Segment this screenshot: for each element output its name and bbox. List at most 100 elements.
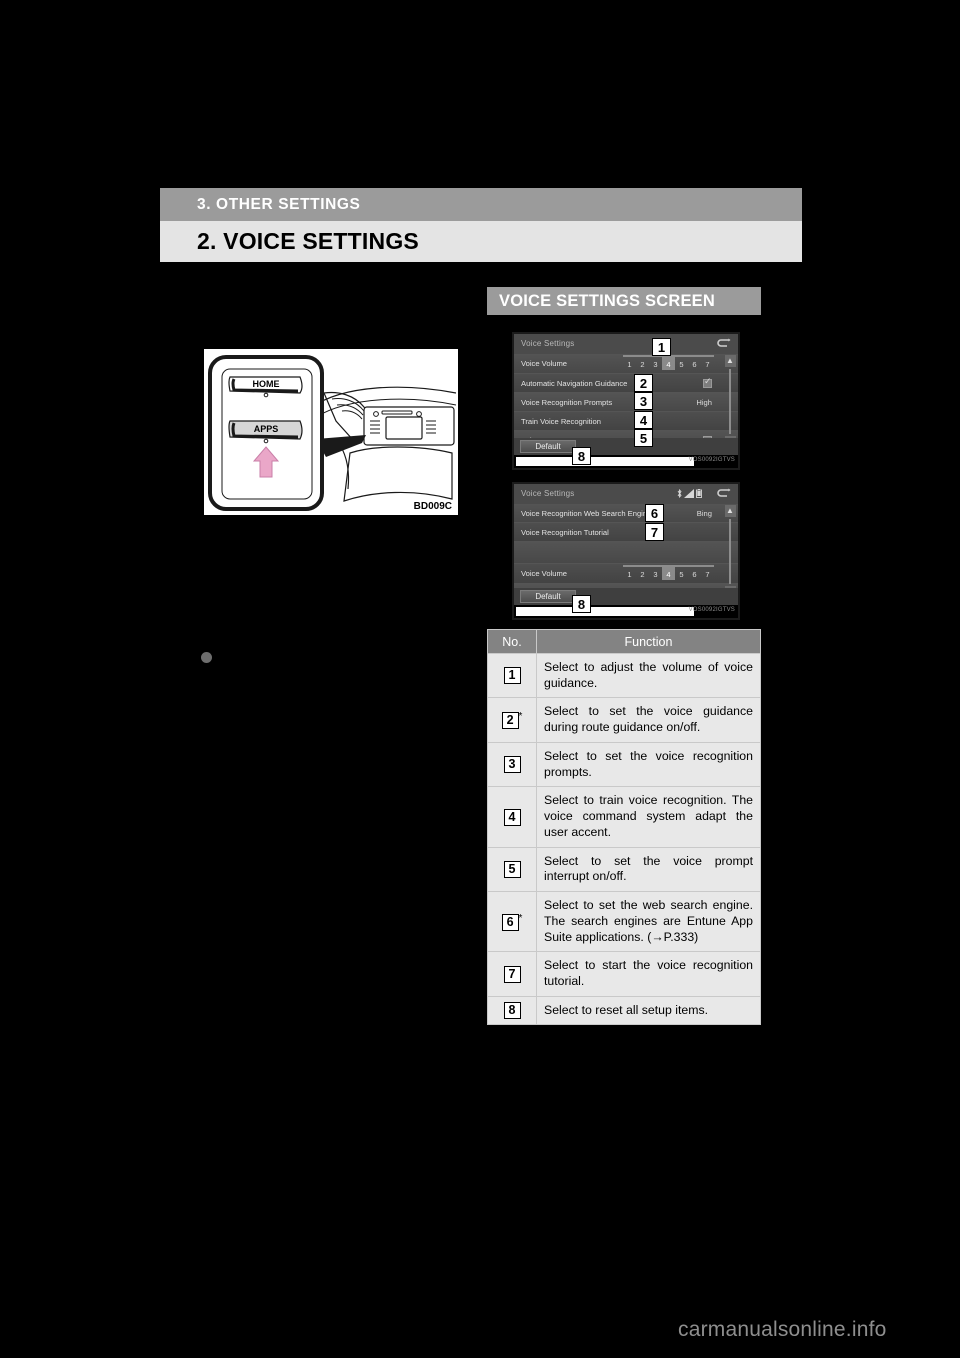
callout-8-screen1: 8 <box>572 447 591 465</box>
numbox-7: 7 <box>503 965 521 983</box>
battery-icon <box>696 489 702 498</box>
row-number-cell: 3 <box>487 741 537 788</box>
row-number-cell: 8 <box>487 995 537 1026</box>
table-row: 7 Select to start the voice recognition … <box>487 951 761 997</box>
default-button[interactable]: Default <box>520 440 576 453</box>
bluetooth-icon <box>677 489 682 498</box>
table-row: 3 Select to set the voice recognition pr… <box>487 741 761 788</box>
row-description: Select to adjust the volume of voice gui… <box>536 652 761 699</box>
chapter-header: 3. OTHER SETTINGS <box>160 188 802 221</box>
callout-6: 6 <box>645 504 664 522</box>
subsection-header: VOICE SETTINGS SCREEN <box>487 287 761 315</box>
numbox-2: 2 <box>501 712 519 730</box>
volume-tick-5[interactable]: 5 <box>675 565 688 580</box>
callout-1: 1 <box>652 338 671 356</box>
screen1-scrollbar[interactable]: ▲ ▼ <box>724 355 736 448</box>
default-button[interactable]: Default <box>520 590 576 603</box>
table-row: 2 * Select to set the voice guidance duri… <box>487 697 761 743</box>
row-description: Select to reset all setup items. <box>536 995 761 1026</box>
table-row: 1 Select to adjust the volume of voice g… <box>487 652 761 699</box>
volume-scale[interactable]: 1 2 3 4 5 6 7 <box>623 565 714 580</box>
callout-3: 3 <box>634 392 653 410</box>
signal-icon <box>684 489 694 498</box>
scroll-track[interactable] <box>729 519 731 584</box>
back-arrow-icon[interactable] <box>716 338 731 349</box>
scroll-track[interactable] <box>729 369 731 434</box>
svg-text:APPS: APPS <box>254 424 279 434</box>
screen1-footer: VOS0092IGTVS <box>514 455 738 468</box>
screen2-status-icons <box>677 489 702 498</box>
row-description: Select to set the web search engine. The… <box>536 891 761 953</box>
header-no: No. <box>487 629 537 654</box>
dashboard-illustration: HOME APPS BD009C <box>202 347 460 517</box>
row-voice-recognition-tutorial[interactable]: Voice Recognition Tutorial <box>514 523 738 542</box>
volume-tick-4[interactable]: 4 <box>662 565 675 580</box>
row-number-cell: 4 <box>487 786 537 848</box>
row-number-cell: 2 * <box>487 697 537 743</box>
table-row: 5 Select to set the voice prompt interru… <box>487 846 761 893</box>
numbox-3: 3 <box>503 756 521 774</box>
row-train-voice-recognition[interactable]: Train Voice Recognition <box>514 412 738 431</box>
site-watermark: carmanualsonline.info <box>678 1318 887 1341</box>
screen1-bottom-bar: Default <box>514 438 738 455</box>
row-label: Voice Volume <box>521 359 568 368</box>
row-voice-volume[interactable]: Voice Volume 1 2 3 4 5 6 7 <box>514 564 738 584</box>
svg-text:HOME: HOME <box>253 379 280 389</box>
illustration-svg: HOME APPS <box>204 349 458 515</box>
volume-tick-6[interactable]: 6 <box>688 565 701 580</box>
volume-tick-4[interactable]: 4 <box>662 355 675 370</box>
volume-tick-5[interactable]: 5 <box>675 355 688 370</box>
chapter-title: 3. OTHER SETTINGS <box>197 195 361 213</box>
back-arrow-icon[interactable] <box>716 488 731 499</box>
bullet-marker <box>201 652 212 663</box>
volume-tick-3[interactable]: 3 <box>649 565 662 580</box>
row-spacer <box>514 542 738 564</box>
row-automatic-navigation-guidance[interactable]: Automatic Navigation Guidance <box>514 374 738 393</box>
row-label: Automatic Navigation Guidance <box>521 378 628 388</box>
table-row: 8 Select to reset all setup items. <box>487 995 761 1026</box>
volume-tick-1[interactable]: 1 <box>623 355 636 370</box>
footer-blank <box>516 607 694 616</box>
row-description: Select to train voice recognition. The v… <box>536 786 761 848</box>
row-voice-volume[interactable]: Voice Volume 1 2 3 4 5 6 7 <box>514 354 738 374</box>
row-voice-recognition-prompts[interactable]: Voice Recognition Prompts High <box>514 393 738 412</box>
row-label: Train Voice Recognition <box>521 416 601 426</box>
row-description: Select to set the voice guidance during … <box>536 697 761 743</box>
function-table: No. Function 1 Select to adjust the volu… <box>487 629 761 1026</box>
header-function: Function <box>536 629 761 654</box>
row-number-cell: 1 <box>487 652 537 699</box>
checkbox-on[interactable] <box>703 377 712 388</box>
volume-tick-2[interactable]: 2 <box>636 355 649 370</box>
screen2-footer-code: VOS0092IGTVS <box>688 607 735 613</box>
row-value: Bing <box>696 508 712 518</box>
callout-7: 7 <box>645 523 664 541</box>
screen2-footer: VOS0092IGTVS <box>514 605 738 618</box>
row-web-search-engine[interactable]: Voice Recognition Web Search Engine Bing <box>514 504 738 523</box>
volume-scale[interactable]: 1 2 3 4 5 6 7 <box>623 355 714 370</box>
screen1-footer-code: VOS0092IGTVS <box>688 457 735 463</box>
row-description: Select to set the voice recognition prom… <box>536 741 761 788</box>
callout-2: 2 <box>634 374 653 392</box>
row-label: Voice Volume <box>521 569 568 578</box>
volume-tick-2[interactable]: 2 <box>636 565 649 580</box>
footer-blank <box>516 457 694 466</box>
scroll-up-icon[interactable]: ▲ <box>724 355 736 367</box>
table-header-row: No. Function <box>487 629 761 654</box>
screen1-title: Voice Settings <box>521 339 575 348</box>
row-number-cell: 5 <box>487 846 537 893</box>
volume-tick-1[interactable]: 1 <box>623 565 636 580</box>
section-title: 2. VOICE SETTINGS <box>197 228 419 254</box>
screen2-scrollbar[interactable]: ▲ ▼ <box>724 505 736 598</box>
volume-tick-3[interactable]: 3 <box>649 355 662 370</box>
volume-tick-7[interactable]: 7 <box>701 355 714 370</box>
scroll-up-icon[interactable]: ▲ <box>724 505 736 517</box>
screen2-title: Voice Settings <box>521 489 575 498</box>
numbox-5: 5 <box>503 860 521 878</box>
row-number-cell: 7 <box>487 951 537 997</box>
voice-settings-screen-1: Voice Settings Voice Volume 1 2 3 4 5 6 … <box>512 332 740 470</box>
illustration-code: BD009C <box>413 501 452 512</box>
volume-tick-6[interactable]: 6 <box>688 355 701 370</box>
callout-5: 5 <box>634 429 653 447</box>
volume-tick-7[interactable]: 7 <box>701 565 714 580</box>
callout-8-screen2: 8 <box>572 595 591 613</box>
